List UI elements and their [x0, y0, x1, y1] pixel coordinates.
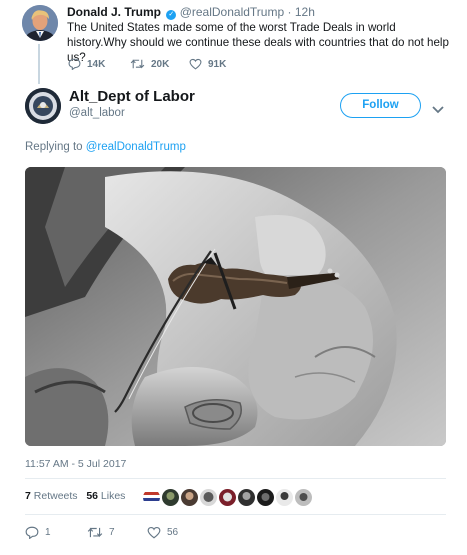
- replying-to-link[interactable]: @realDonaldTrump: [86, 141, 186, 153]
- follow-button[interactable]: Follow: [340, 93, 421, 118]
- replying-prefix: Replying to: [25, 141, 83, 153]
- parent-reply-button[interactable]: 14K: [68, 58, 105, 70]
- parent-reply-count: 14K: [87, 58, 106, 70]
- parent-author-handle[interactable]: @realDonaldTrump: [180, 5, 284, 19]
- retweets-stat-count: 7: [25, 490, 31, 502]
- separator-dot: ·: [287, 5, 292, 19]
- liker-avatar[interactable]: [276, 489, 293, 506]
- liker-avatars: [143, 489, 312, 506]
- like-button[interactable]: 56: [147, 526, 178, 539]
- liker-avatar[interactable]: [295, 489, 312, 506]
- parent-tweet-text: The United States made some of the worst…: [67, 21, 449, 64]
- likes-stat[interactable]: 56 Likes: [86, 490, 125, 502]
- liker-avatar[interactable]: [219, 489, 236, 506]
- likes-stat-count: 56: [86, 490, 98, 502]
- retweet-icon: [130, 58, 145, 70]
- retweet-icon: [87, 526, 103, 539]
- liker-avatar[interactable]: [162, 489, 179, 506]
- like-count: 56: [167, 527, 179, 538]
- liker-avatar[interactable]: [238, 489, 255, 506]
- tweet-photo[interactable]: [25, 167, 446, 446]
- liker-avatar[interactable]: [200, 489, 217, 506]
- parent-tweet[interactable]: Donald J. Trump ✓ @realDonaldTrump · 12h…: [0, 0, 467, 84]
- heart-icon: [147, 526, 161, 539]
- divider-top: [25, 478, 446, 479]
- chevron-down-icon[interactable]: [432, 101, 444, 114]
- heart-icon: [189, 58, 202, 70]
- author-avatar[interactable]: [25, 88, 61, 124]
- parent-tweet-time[interactable]: 12h: [295, 5, 315, 19]
- parent-retweet-count: 20K: [151, 58, 170, 70]
- parent-retweet-button[interactable]: 20K: [130, 58, 169, 70]
- retweets-stat[interactable]: 7 Retweets: [25, 490, 78, 502]
- likes-stat-label: Likes: [100, 490, 126, 502]
- reply-button[interactable]: 1: [25, 526, 51, 539]
- parent-avatar[interactable]: [22, 5, 58, 41]
- liker-avatar[interactable]: [257, 489, 274, 506]
- parent-like-button[interactable]: 91K: [189, 58, 226, 70]
- tweet-timestamp[interactable]: 11:57 AM - 5 Jul 2017: [25, 458, 126, 470]
- reply-icon: [68, 58, 81, 70]
- parent-author-name[interactable]: Donald J. Trump: [67, 5, 161, 19]
- retweet-button[interactable]: 7: [87, 526, 115, 539]
- parent-like-count: 91K: [208, 58, 227, 70]
- retweet-count: 7: [109, 527, 115, 538]
- verified-badge-icon: ✓: [166, 10, 177, 20]
- thread-line: [38, 44, 40, 84]
- replying-to-line: Replying to @realDonaldTrump: [25, 141, 186, 153]
- author-name[interactable]: Alt_Dept of Labor: [69, 88, 195, 105]
- author-handle[interactable]: @alt_labor: [69, 107, 125, 119]
- liker-avatar[interactable]: [143, 489, 160, 506]
- parent-tweet-header: Donald J. Trump ✓ @realDonaldTrump · 12h: [67, 5, 315, 20]
- divider-bottom: [25, 514, 446, 515]
- liker-avatar[interactable]: [181, 489, 198, 506]
- reply-count: 1: [45, 527, 51, 538]
- tweet-stats: 7 Retweets 56 Likes: [25, 490, 125, 502]
- reply-icon: [25, 526, 39, 539]
- retweets-stat-label: Retweets: [33, 490, 78, 502]
